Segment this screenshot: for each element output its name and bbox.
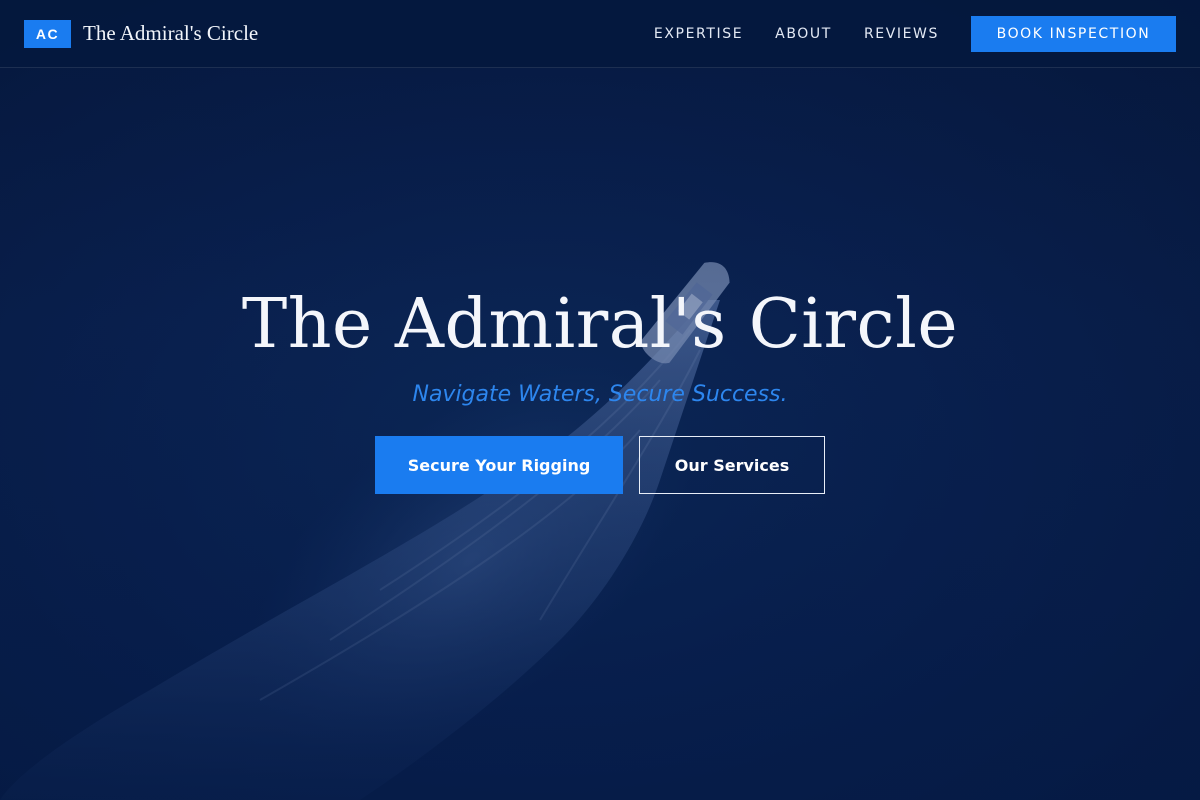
site-header: AC The Admiral's Circle EXPERTISE ABOUT … (0, 0, 1200, 68)
nav-link-about[interactable]: ABOUT (775, 26, 832, 42)
our-services-button[interactable]: Our Services (639, 436, 825, 494)
nav-link-reviews[interactable]: REVIEWS (864, 26, 939, 42)
hero-content: The Admiral's Circle Navigate Waters, Se… (0, 280, 1200, 494)
nav-link-expertise[interactable]: EXPERTISE (654, 26, 743, 42)
book-inspection-button[interactable]: BOOK INSPECTION (971, 15, 1176, 52)
hero-tagline: Navigate Waters, Secure Success. (412, 382, 788, 407)
main-nav: EXPERTISE ABOUT REVIEWS BOOK INSPECTION (654, 15, 1176, 52)
hero-actions: Secure Your Rigging Our Services (0, 436, 1200, 494)
brand-name[interactable]: The Admiral's Circle (83, 21, 258, 46)
secure-rigging-button[interactable]: Secure Your Rigging (375, 436, 623, 494)
hero-title: The Admiral's Circle (241, 285, 959, 364)
logo-badge[interactable]: AC (24, 19, 71, 48)
